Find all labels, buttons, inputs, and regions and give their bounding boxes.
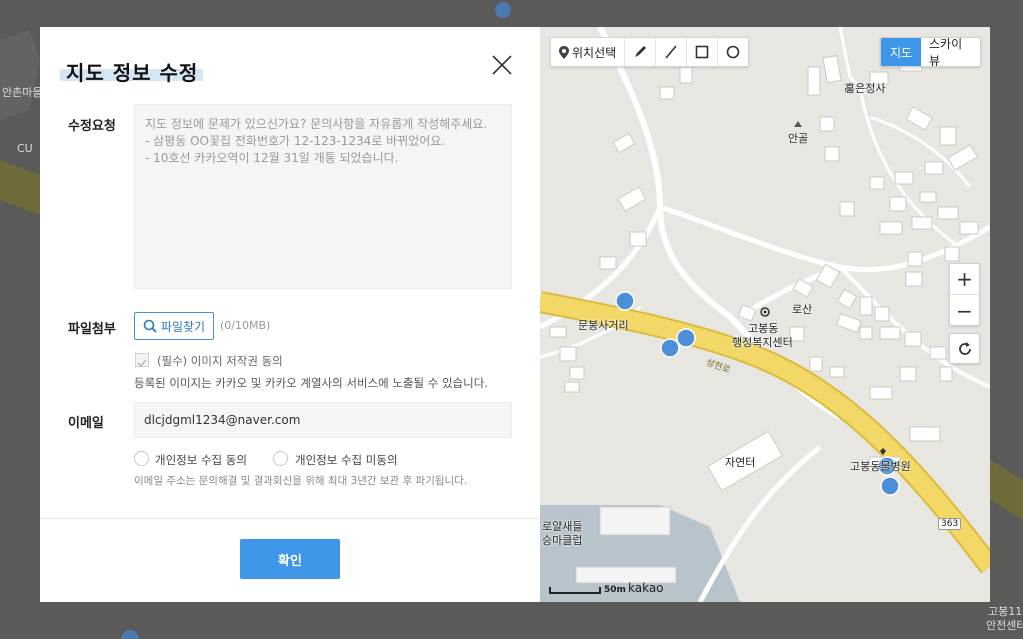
map-panel[interactable]: 卍 홍은정사 안골 로산 고봉동 행정복지센터 문봉사거리 자연터 고봉동물병원…	[540, 27, 990, 602]
privacy-disagree-radio[interactable]	[273, 451, 288, 466]
attachment-label: 파일첨부	[68, 322, 116, 337]
request-textarea[interactable]: 지도 정보에 문제가 있으신가요? 문의사항을 자유롭게 작성해주세요. - 삼…	[134, 104, 512, 289]
map-scale: 50m	[604, 585, 626, 595]
email-note: 이메일 주소는 문의해결 및 결과회신을 위해 최대 3년간 보관 후 파기됩니…	[134, 475, 468, 487]
map-label-riding-club[interactable]: 승마클럽	[542, 532, 582, 548]
map-type-switch: 지도 스카이뷰	[880, 37, 981, 67]
file-size-indicator: (0/10MB)	[220, 319, 271, 332]
rectangle-icon	[695, 45, 709, 59]
file-search-label: 파일찾기	[160, 319, 206, 334]
map-label-ango[interactable]: 안골	[788, 130, 808, 146]
rectangle-tool[interactable]	[686, 38, 717, 66]
road-number-badge: 363	[938, 518, 962, 530]
bg-label-safety-center: 안전센터	[986, 619, 1023, 632]
location-select-tool[interactable]: 위치선택	[551, 38, 624, 66]
attachment-note: 등록된 이미지는 카카오 및 카카오 계열사의 서비스에 노출될 수 있습니다.	[134, 376, 488, 390]
map-label-munbong-intersection[interactable]: 문봉사거리	[578, 317, 629, 333]
checkmark-icon	[137, 359, 147, 368]
file-search-button[interactable]: 파일찾기	[134, 312, 214, 340]
zoom-control: + −	[949, 263, 980, 326]
bg-label-cu: CU	[17, 142, 33, 155]
copyright-consent-label: (필수) 이미지 저작권 동의	[157, 354, 283, 368]
close-button[interactable]	[488, 51, 516, 79]
circle-tool[interactable]	[717, 38, 748, 66]
kakao-logo: kakao	[628, 581, 664, 595]
line-icon	[665, 45, 677, 59]
pencil-tool[interactable]	[624, 38, 655, 66]
map-label-temple-text[interactable]: 홍은정사	[845, 80, 885, 96]
bg-label-anchon: 안촌마을	[2, 86, 43, 99]
copyright-consent-checkbox[interactable]	[135, 353, 149, 368]
footer-divider	[40, 518, 540, 519]
map-draw-toolbar: 위치선택	[550, 37, 750, 67]
zoom-in-button[interactable]: +	[950, 264, 979, 295]
map-label-animal-hospital[interactable]: 고봉동물병원	[850, 458, 911, 474]
map-label-rosan[interactable]: 로산	[792, 301, 812, 317]
pencil-icon	[635, 46, 647, 57]
circle-icon	[726, 45, 740, 59]
line-tool[interactable]	[655, 38, 686, 66]
search-icon	[143, 319, 157, 333]
location-select-label: 위치선택	[572, 45, 617, 60]
close-icon	[492, 55, 512, 75]
reset-map-button[interactable]	[949, 333, 980, 364]
email-field[interactable]: dlcjdgml1234@naver.com	[134, 402, 512, 438]
zoom-out-button[interactable]: −	[950, 295, 979, 326]
privacy-disagree-label: 개인정보 수집 미동의	[295, 453, 398, 467]
privacy-agree-label: 개인정보 수집 동의	[155, 453, 247, 467]
map-label-admin-center[interactable]: 행정복지센터	[732, 334, 793, 350]
location-pin-icon	[559, 45, 569, 59]
privacy-agree-radio[interactable]	[134, 451, 149, 466]
map-type-skyview[interactable]: 스카이뷰	[921, 38, 980, 66]
map-canvas[interactable]	[540, 27, 990, 602]
request-label: 수정요청	[68, 119, 116, 134]
refresh-icon	[958, 341, 971, 355]
confirm-button[interactable]: 확인	[240, 539, 340, 579]
map-type-map[interactable]: 지도	[881, 38, 921, 66]
form-panel: 지도 정보 수정 수정요청 지도 정보에 문제가 있으신가요? 문의사항을 자유…	[40, 27, 540, 602]
dialog-title: 지도 정보 수정	[66, 61, 199, 85]
email-label: 이메일	[68, 416, 104, 431]
map-edit-dialog: 지도 정보 수정 수정요청 지도 정보에 문제가 있으신가요? 문의사항을 자유…	[40, 27, 990, 602]
map-label-jayeonteo[interactable]: 자연터	[725, 454, 755, 470]
